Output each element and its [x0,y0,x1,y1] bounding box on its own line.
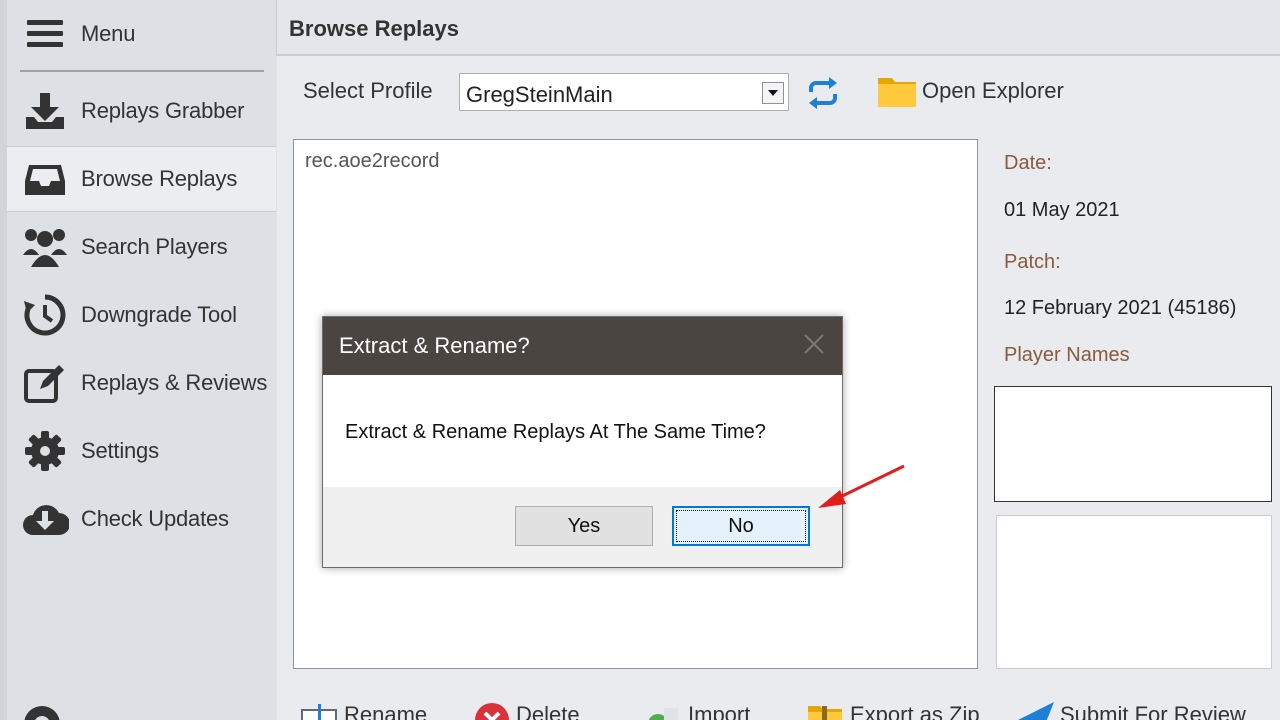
profile-select-value: GregSteinMain [466,82,613,107]
users-icon [19,221,71,273]
rename-button[interactable]: Rename [300,702,427,720]
menu-toggle[interactable]: Menu [7,0,276,68]
paper-plane-icon [1016,702,1054,720]
help-icon[interactable] [22,704,62,720]
close-icon[interactable] [802,331,826,357]
page-title: Browse Replays [289,16,459,41]
yes-button[interactable]: Yes [515,506,653,546]
patch-label: Patch: [1004,251,1061,273]
sidebar-item-browse-replays[interactable]: Browse Replays [7,146,276,212]
player-names-box[interactable] [994,386,1272,502]
sidebar-item-label: Search Players [81,234,228,259]
sidebar-item-label: Check Updates [81,506,229,531]
cloud-download-icon [19,493,71,545]
submit-review-label: Submit For Review [1060,702,1246,720]
sidebar-edge [0,0,7,720]
hamburger-icon [19,8,71,60]
sidebar-item-label: Settings [81,438,159,463]
sidebar-item-label: Replays & Reviews [81,370,268,395]
sidebar-divider [20,70,264,72]
sidebar-item-settings[interactable]: Settings [7,418,276,484]
gear-icon [19,425,71,477]
sidebar-item-search-players[interactable]: Search Players [7,214,276,280]
folder-icon[interactable] [877,74,917,108]
delete-icon [472,702,510,720]
zip-folder-icon [806,702,844,720]
delete-button[interactable]: Delete [472,702,580,720]
select-profile-label: Select Profile [303,78,433,103]
sidebar: Menu Replays Grabber Browse Replays Sear… [0,0,276,720]
rename-icon [300,702,338,720]
rename-label: Rename [344,702,428,720]
import-icon [644,702,682,720]
profile-select[interactable]: GregSteinMain [459,73,789,111]
page-header: Browse Replays [276,0,1280,56]
chevron-down-icon[interactable] [762,82,784,104]
import-button[interactable]: Import [644,702,750,720]
sidebar-item-downgrade-tool[interactable]: Downgrade Tool [7,282,276,348]
history-icon [19,289,71,341]
sidebar-item-replays-reviews[interactable]: Replays & Reviews [7,350,276,416]
list-item[interactable]: rec.aoe2record [305,150,440,173]
open-explorer-button[interactable]: Open Explorer [922,78,1064,104]
import-label: Import [688,702,751,720]
dialog-message: Extract & Rename Replays At The Same Tim… [345,421,766,443]
patch-value: 12 February 2021 (45186) [1004,297,1237,319]
no-button[interactable]: No [672,506,810,546]
extract-rename-dialog: Extract & Rename? Extract & Rename Repla… [322,316,843,568]
submit-review-button[interactable]: Submit For Review [1016,702,1246,720]
player-names-label: Player Names [1004,344,1130,366]
export-zip-button[interactable]: Export as Zip [806,702,980,720]
date-label: Date: [1004,152,1052,174]
refresh-icon[interactable] [805,76,841,110]
export-zip-label: Export as Zip [850,702,980,720]
edit-icon [19,357,71,409]
inbox-icon [19,153,71,205]
annotation-arrow-icon [812,462,912,514]
delete-label: Delete [516,702,580,720]
dialog-footer: Yes No [323,487,842,567]
dialog-title: Extract & Rename? [339,333,530,358]
sidebar-item-label: Downgrade Tool [81,302,237,327]
date-value: 01 May 2021 [1004,199,1120,221]
menu-label: Menu [81,21,136,46]
sidebar-item-replays-grabber[interactable]: Replays Grabber [7,78,276,144]
download-icon [19,85,71,137]
sidebar-item-check-updates[interactable]: Check Updates [7,486,276,552]
sidebar-item-label: Replays Grabber [81,98,245,123]
dialog-title-bar: Extract & Rename? [323,317,842,375]
sidebar-item-label: Browse Replays [81,166,238,191]
player-details-box[interactable] [996,515,1272,669]
